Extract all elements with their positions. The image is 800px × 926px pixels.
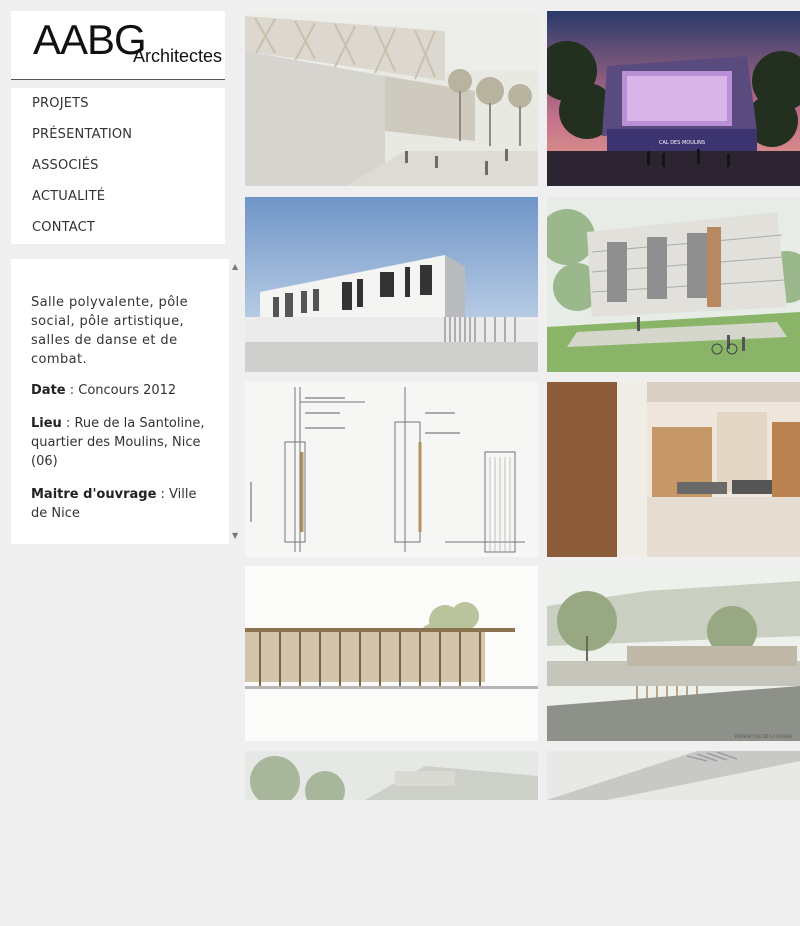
gallery-image-housing-park[interactable] bbox=[547, 197, 800, 372]
nav-item-presentation[interactable]: PRÉSENTATION bbox=[11, 119, 225, 150]
gallery-image-section-drawing[interactable] bbox=[245, 382, 538, 557]
project-description: Salle polyvalente, pôle social, pôle art… bbox=[31, 295, 188, 367]
date-value: : Concours 2012 bbox=[65, 383, 177, 398]
gallery-image-office-interior[interactable] bbox=[547, 382, 800, 557]
gallery-image-white-building[interactable] bbox=[245, 197, 538, 372]
project-maitre-ouvrage: Maitre d'ouvrage : Ville de Nice bbox=[31, 485, 205, 523]
street-perspective-caption: PERSPECTIVE DE LA FACADE bbox=[735, 734, 793, 739]
nav-item-projets[interactable]: PROJETS bbox=[11, 88, 225, 119]
gallery-image-landscape[interactable] bbox=[245, 751, 538, 926]
logo-main-text: AABG bbox=[33, 16, 147, 63]
gallery-image-interior-roof[interactable] bbox=[547, 751, 800, 926]
lieu-label: Lieu bbox=[31, 416, 62, 431]
gallery-image-street-perspective[interactable]: PERSPECTIVE DE LA FACADE bbox=[547, 566, 800, 741]
project-date: Date : Concours 2012 bbox=[31, 381, 205, 400]
scroll-down-arrow-icon[interactable]: ▼ bbox=[232, 532, 238, 540]
nav-item-actualite[interactable]: ACTUALITÉ bbox=[11, 181, 225, 212]
logo[interactable]: AABG Architectes bbox=[11, 11, 225, 80]
gallery-image-canopy-stairs[interactable] bbox=[245, 11, 538, 186]
scroll-up-arrow-icon[interactable]: ▲ bbox=[232, 263, 238, 271]
night-facade-sign: CAL DES MOULINS bbox=[659, 140, 705, 146]
nav-item-associes[interactable]: ASSOCIÉS bbox=[11, 150, 225, 181]
gallery-image-wood-elevation[interactable] bbox=[245, 566, 538, 741]
nav-item-contact[interactable]: CONTACT bbox=[11, 212, 225, 243]
project-lieu: Lieu : Rue de la Santoline, quartier des… bbox=[31, 414, 205, 471]
date-label: Date bbox=[31, 383, 66, 398]
main-nav: PROJETS PRÉSENTATION ASSOCIÉS ACTUALITÉ … bbox=[11, 88, 225, 244]
gallery-image-night-facade[interactable]: CAL DES MOULINS bbox=[547, 11, 800, 186]
moa-label: Maitre d'ouvrage bbox=[31, 487, 157, 502]
project-info-panel: Salle polyvalente, pôle social, pôle art… bbox=[11, 259, 229, 544]
logo-sub-text: Architectes bbox=[133, 46, 223, 66]
